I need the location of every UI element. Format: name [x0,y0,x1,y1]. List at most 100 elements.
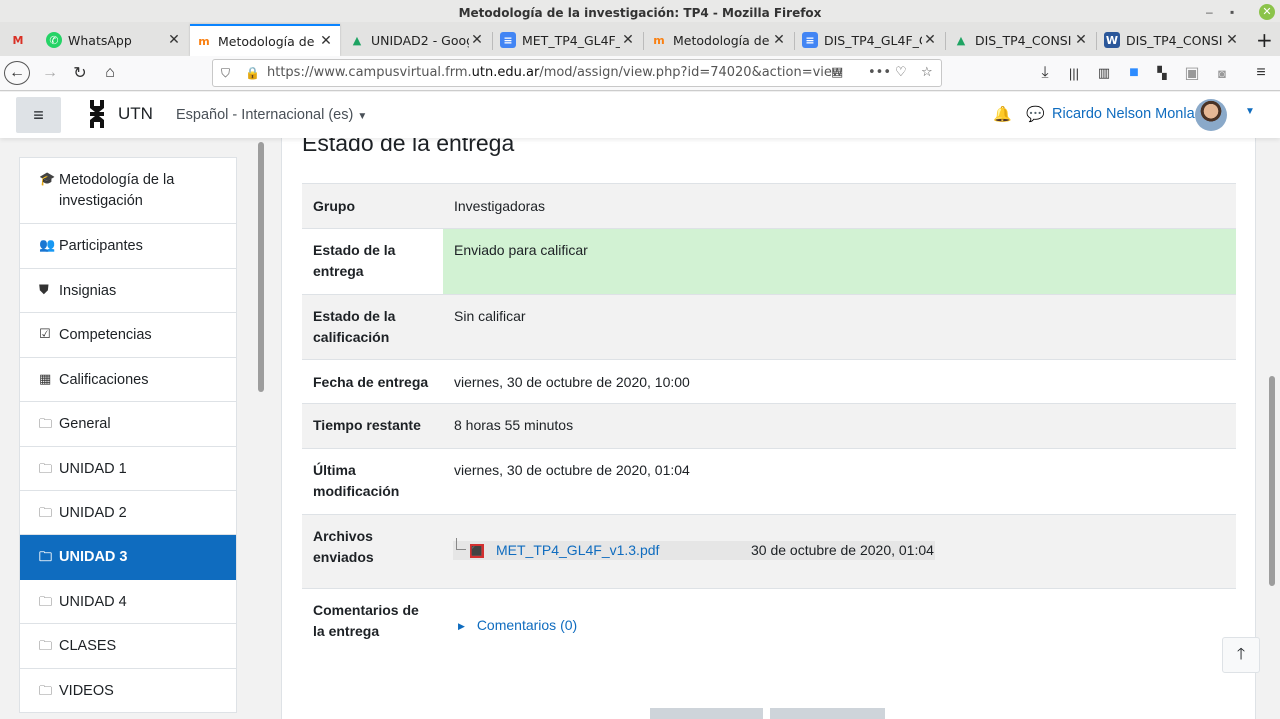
sidebar-item-unidad-2[interactable]: 🗀 UNIDAD 2 [20,491,236,535]
row-label: Estado de la calificación [302,294,443,360]
row-label: Tiempo restante [302,403,443,449]
sidebar-item-videos[interactable]: 🗀 VIDEOS [20,669,236,713]
page-scrollbar-thumb[interactable] [1269,376,1275,586]
extension-button[interactable]: ▚ [1152,61,1172,85]
sidebar-item-calificaciones[interactable]: ▦ Calificaciones [20,358,236,402]
sidebar-item-insignias[interactable]: ⛊ Insignias [20,269,236,313]
minimize-icon[interactable]: – [1206,4,1213,20]
tab-metodologia-2[interactable]: m Metodología de ✕ [645,24,793,56]
tab-dis-tp4-consi[interactable]: ▲ DIS_TP4_CONSI ✕ [947,24,1095,56]
folder-icon: 🗀 [39,683,53,698]
forward-button[interactable]: → [40,61,60,85]
sidebar-item-unidad-1[interactable]: 🗀 UNIDAD 1 [20,447,236,491]
lock-icon: 🔒 [245,66,260,80]
extension-2-button[interactable]: ◙ [1212,61,1232,85]
tab-label: DIS_TP4_CONSI [975,32,1072,48]
folder-icon: 🗀 [39,505,53,520]
close-tab-icon[interactable]: ✕ [771,32,787,48]
menu-button[interactable]: ≡ [1250,61,1272,85]
zoom-extension-button[interactable]: ■ [1124,61,1144,85]
pocket-icon[interactable]: ♡ [895,60,907,86]
site-header: ≡ UTN Español - Internacional (es) ▼ 🔔 💬… [0,92,1280,138]
drawer-scrollbar-thumb[interactable] [258,142,264,392]
caret-right-icon: ▶ [458,621,465,631]
close-tab-icon[interactable]: ✕ [318,33,334,49]
url-bar[interactable]: ⛉ 🔒 https://www.campusvirtual.frm.utn.ed… [212,59,942,87]
reload-button[interactable]: ↻ [70,61,90,85]
file-link[interactable]: MET_TP4_GL4F_v1.3.pdf [496,541,659,560]
avatar[interactable] [1195,99,1227,131]
users-icon: 👥 [39,237,56,252]
downloads-button[interactable]: ⤓ [1035,61,1055,85]
tab-dis-tp4-gl4f[interactable]: ≡ DIS_TP4_GL4F_C ✕ [796,24,944,56]
remove-submission-button[interactable] [770,708,885,719]
bookmark-star-icon[interactable]: ☆ [921,60,933,86]
tab-dis-tp4-word[interactable]: W DIS_TP4_CONSI ✕ [1098,24,1246,56]
tab-met-tp4[interactable]: ≡ MET_TP4_GL4F_ ✕ [494,24,642,56]
caret-down-icon[interactable]: ▼ [1245,106,1255,117]
site-brand[interactable]: UTN [118,104,153,124]
url-text: https://www.campusvirtual.frm.utn.edu.ar… [267,60,843,86]
drawer-toggle-button[interactable]: ≡ [16,97,61,133]
sidebar-item-clases[interactable]: 🗀 CLASES [20,624,236,669]
close-tab-icon[interactable]: ✕ [1073,32,1089,48]
maximize-icon[interactable]: ▪ [1230,4,1234,20]
home-button[interactable]: ⌂ [100,61,120,85]
comments-link: Comentarios (0) [476,617,578,633]
shield-icon: ⛉ [221,66,231,80]
word-icon: W [1104,32,1120,48]
close-tab-icon[interactable]: ✕ [922,32,938,48]
sidebar-item-participantes[interactable]: 👥 Participantes [20,224,236,269]
sidebar-item-label: UNIDAD 1 [59,461,127,477]
tab-whatsapp[interactable]: ✆ WhatsApp ✕ [40,24,188,56]
row-value: Sin calificar [443,294,1236,360]
sidebar-item-label: Calificaciones [59,372,149,388]
moodle-icon: m [653,33,665,47]
arrow-up-icon: 🡑 [1236,646,1246,663]
sidebar-item-label: Competencias [59,327,152,343]
sidebar-toggle-button[interactable]: ▥ [1094,61,1114,85]
close-window-icon[interactable]: ✕ [1259,4,1275,20]
sidebar-item-general[interactable]: 🗀 General [20,402,236,447]
back-button[interactable]: ← [4,61,30,85]
caret-down-icon: ▼ [357,111,368,122]
library-button[interactable]: ||| [1064,61,1084,85]
sidebar-item-course[interactable]: 🎓 Metodología de la investigación [20,158,236,224]
moodle-icon: m [198,34,210,48]
comments-toggle[interactable]: ▶ Comentarios (0) [458,617,577,633]
home-icon: ⌂ [105,64,115,81]
screenshot-extension-button[interactable]: ▣ [1182,61,1202,85]
sidebar-item-unidad-4[interactable]: 🗀 UNIDAD 4 [20,580,236,624]
row-value: viernes, 30 de octubre de 2020, 01:04 [443,448,1236,515]
close-tab-icon[interactable]: ✕ [1224,32,1240,48]
row-label: Fecha de entrega [302,359,443,404]
screenshot-icon: ▣ [1184,65,1200,82]
sidebar-item-label: Insignias [59,283,117,299]
back-to-top-button[interactable]: 🡑 [1222,637,1260,673]
new-tab-button[interactable]: + [1250,24,1278,56]
language-menu[interactable]: Español - Internacional (es) ▼ [176,107,367,123]
tab-metodologia-active[interactable]: m Metodología de ✕ [190,24,340,56]
grid-icon: ▚ [1157,66,1167,80]
url-prefix: https://www.campusvirtual.frm. [267,65,472,80]
navigation-bar: ← → ↻ ⌂ ⛉ 🔒 https://www.campusvirtual.fr… [0,56,1280,91]
zoom-icon: ■ [1129,64,1139,81]
tab-label: Metodología de [673,32,770,48]
close-tab-icon[interactable]: ✕ [469,32,485,48]
sidebar-item-unidad-3[interactable]: 🗀 UNIDAD 3 [20,535,236,580]
bell-icon[interactable]: 🔔 [993,105,1012,123]
tab-gmail[interactable]: M [4,24,38,56]
edit-submission-button[interactable] [650,708,763,719]
page-actions-icon[interactable]: ••• [868,60,891,86]
user-name[interactable]: Ricardo Nelson Monla [1052,106,1195,122]
page-scrollbar[interactable] [1267,140,1276,715]
reader-view-icon[interactable]: ▤ [831,60,843,86]
tab-unidad2[interactable]: ▲ UNIDAD2 - Goog ✕ [343,24,491,56]
sidebar-item-competencias[interactable]: ☑ Competencias [20,313,236,358]
chat-icon[interactable]: 💬 [1026,105,1045,123]
drawer-scrollbar[interactable] [257,140,265,715]
hamburger-icon: ≡ [1256,64,1266,81]
row-label: Última modificación [302,448,443,515]
close-tab-icon[interactable]: ✕ [166,32,182,48]
close-tab-icon[interactable]: ✕ [620,32,636,48]
